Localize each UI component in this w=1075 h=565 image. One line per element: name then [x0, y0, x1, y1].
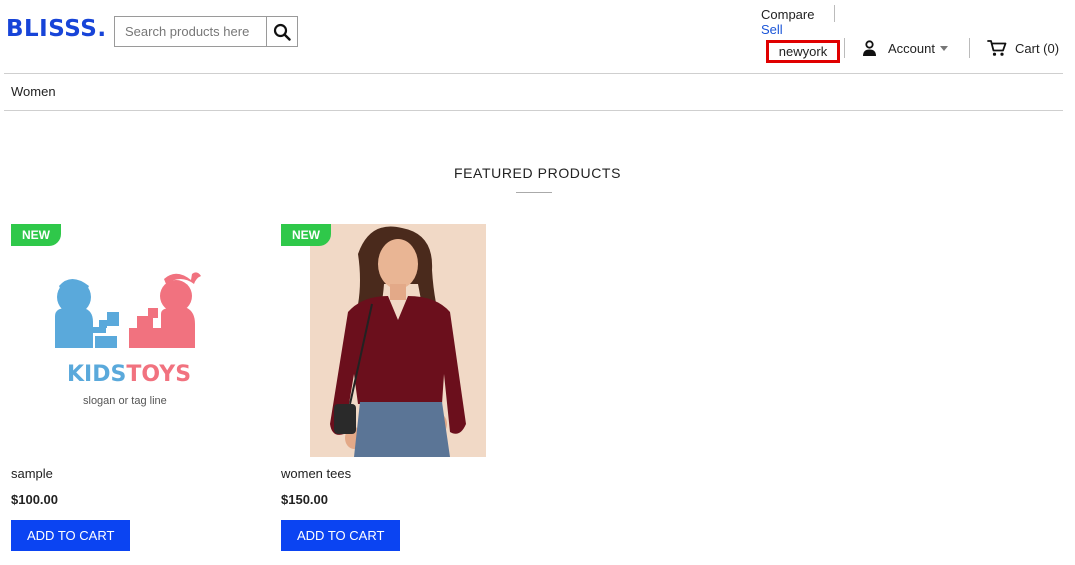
- model-photo: [310, 224, 486, 457]
- account-label: Account: [888, 40, 935, 56]
- product-card: NEW women tees $150.00 ADD TO CART: [281, 224, 486, 551]
- nav-divider: [4, 110, 1063, 111]
- divider: [834, 5, 835, 22]
- cart-icon: [987, 40, 1007, 56]
- sell-link[interactable]: Sell: [761, 22, 783, 37]
- shop-selector[interactable]: newyork: [766, 40, 840, 63]
- search-icon: [273, 23, 291, 41]
- search-input[interactable]: [115, 17, 266, 46]
- brand-slogan: slogan or tag line: [83, 395, 167, 407]
- site-logo[interactable]: BLISSS.: [6, 16, 107, 42]
- account-menu[interactable]: Account: [861, 38, 948, 58]
- shop-name: newyork: [778, 44, 828, 59]
- add-to-cart-button[interactable]: ADD TO CART: [281, 520, 401, 551]
- brand-word-toys: TOYS: [126, 362, 192, 387]
- product-name[interactable]: women tees: [281, 466, 351, 481]
- header-divider: [4, 73, 1063, 74]
- section-title: FEATURED PRODUCTS: [453, 165, 622, 181]
- product-price: $150.00: [281, 492, 328, 507]
- product-card: NEW KIDSTOYS slogan or tag line sample $…: [11, 224, 216, 551]
- add-to-cart-button[interactable]: ADD TO CART: [11, 520, 131, 551]
- cart-label: Cart (0): [1015, 40, 1060, 56]
- new-badge: NEW: [11, 224, 61, 246]
- nav-item-women[interactable]: Women: [11, 84, 56, 99]
- brand-wordmark: KIDSTOYS: [67, 362, 191, 387]
- new-badge: NEW: [281, 224, 331, 246]
- user-icon: [863, 39, 876, 56]
- model-photo-icon: [310, 224, 486, 457]
- divider: [844, 38, 845, 58]
- brand-word-kids: KIDS: [67, 362, 127, 387]
- product-image[interactable]: NEW KIDSTOYS slogan or tag line: [11, 224, 216, 457]
- compare-link[interactable]: Compare: [761, 7, 814, 22]
- chevron-down-icon: [939, 45, 948, 51]
- search-button[interactable]: [266, 17, 297, 46]
- search-bar: [114, 16, 298, 47]
- product-name[interactable]: sample: [11, 466, 53, 481]
- divider: [969, 38, 970, 58]
- product-price: $100.00: [11, 492, 58, 507]
- product-image[interactable]: NEW: [281, 224, 486, 457]
- title-underline: [516, 192, 552, 193]
- cart-link[interactable]: Cart (0): [987, 38, 1059, 58]
